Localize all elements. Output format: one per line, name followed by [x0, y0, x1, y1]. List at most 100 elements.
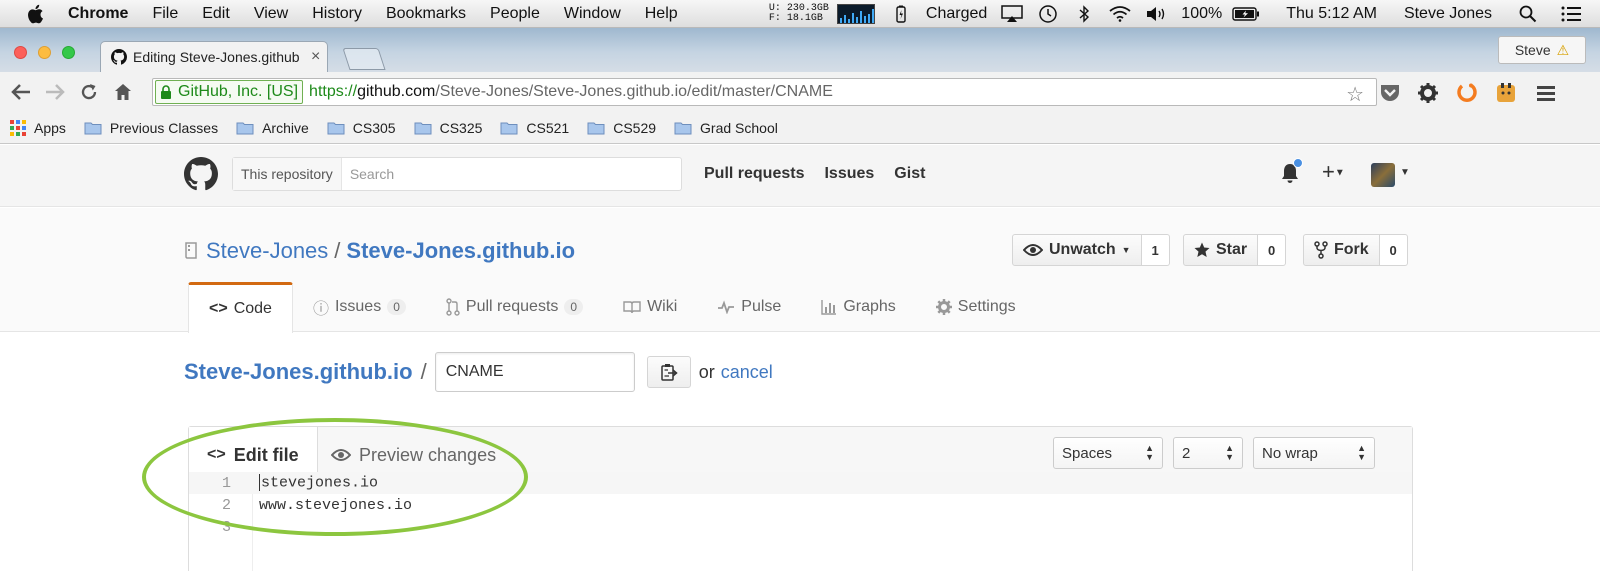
- menu-people[interactable]: People: [490, 5, 540, 23]
- orange-extension-icon[interactable]: [1455, 81, 1479, 105]
- tab-wiki[interactable]: Wiki: [603, 282, 697, 332]
- bluetooth-icon[interactable]: [1073, 4, 1095, 24]
- forward-button[interactable]: [44, 81, 66, 103]
- volume-icon[interactable]: [1145, 4, 1167, 24]
- menu-window[interactable]: Window: [564, 5, 621, 23]
- tab-pulse[interactable]: Pulse: [697, 282, 801, 332]
- battery-status-icon[interactable]: [890, 4, 912, 24]
- breadcrumb-repo-link[interactable]: Steve-Jones.github.io: [184, 359, 413, 385]
- reload-button[interactable]: [78, 81, 100, 103]
- nav-issues[interactable]: Issues: [824, 165, 874, 183]
- fork-button[interactable]: Fork: [1303, 234, 1380, 266]
- settings-extension-icon[interactable]: [1416, 81, 1440, 105]
- issue-opened-icon: ⓘ: [312, 301, 329, 318]
- fork-label: Fork: [1334, 241, 1369, 258]
- nav-pull-requests[interactable]: Pull requests: [704, 165, 804, 183]
- line-content[interactable]: stevejones.io: [259, 474, 378, 492]
- bookmark-folder-previous-classes[interactable]: Previous Classes: [84, 120, 218, 136]
- apple-icon[interactable]: [26, 4, 44, 24]
- menu-view[interactable]: View: [254, 5, 288, 23]
- bookmark-folder-cs529[interactable]: CS529: [587, 120, 656, 136]
- menu-history[interactable]: History: [312, 5, 362, 23]
- copy-path-button[interactable]: [646, 356, 691, 388]
- bookmark-apps[interactable]: Apps: [10, 119, 66, 136]
- memory-stats[interactable]: U: 230.3GB F: 18.1GB: [769, 4, 829, 24]
- indent-size-select[interactable]: 2 ▲ ▼: [1173, 437, 1243, 469]
- bookmark-folder-grad-school[interactable]: Grad School: [674, 120, 778, 136]
- search-input[interactable]: [349, 166, 650, 182]
- honey-extension-icon[interactable]: [1494, 81, 1518, 105]
- dropdown-caret-icon: ▼: [1334, 167, 1345, 179]
- menu-help[interactable]: Help: [645, 5, 678, 23]
- code-line[interactable]: 2 www.stevejones.io: [189, 494, 1412, 516]
- tab-pull-requests[interactable]: Pull requests 0: [426, 282, 603, 332]
- apps-grid-icon: [10, 119, 26, 136]
- close-window-button[interactable]: [14, 46, 27, 59]
- clock[interactable]: Thu 5:12 AM: [1286, 5, 1377, 23]
- folder-icon: [500, 122, 518, 134]
- repo-name-link[interactable]: Steve-Jones.github.io: [346, 238, 575, 264]
- menu-app-name[interactable]: Chrome: [68, 5, 128, 23]
- zoom-window-button[interactable]: [62, 46, 75, 59]
- cpu-graph[interactable]: [836, 4, 875, 24]
- new-tab-button[interactable]: [342, 48, 386, 70]
- star-count[interactable]: 0: [1258, 234, 1287, 266]
- breadcrumb-separator: /: [420, 359, 427, 384]
- bookmarks-bar: Apps Previous Classes Archive CS305 CS32…: [0, 112, 1600, 144]
- tab-issues[interactable]: ⓘ Issues 0: [293, 282, 426, 332]
- nav-gist[interactable]: Gist: [894, 165, 925, 183]
- bookmark-folder-cs325[interactable]: CS325: [414, 120, 482, 136]
- tab-graphs[interactable]: Graphs: [801, 282, 915, 332]
- text-cursor: [259, 474, 260, 492]
- pocket-extension-icon[interactable]: [1378, 81, 1402, 105]
- user-avatar[interactable]: [1371, 163, 1395, 187]
- spotlight-search-icon[interactable]: [1517, 4, 1539, 24]
- back-button[interactable]: [10, 81, 32, 103]
- menu-bookmarks[interactable]: Bookmarks: [386, 5, 466, 23]
- notification-center-icon[interactable]: [1560, 4, 1582, 24]
- fork-count[interactable]: 0: [1379, 234, 1408, 266]
- github-logo-icon[interactable]: [184, 157, 218, 191]
- airplay-icon[interactable]: [1001, 4, 1024, 24]
- unwatch-button[interactable]: Unwatch ▼: [1012, 234, 1142, 266]
- indent-mode-select[interactable]: Spaces ▲ ▼: [1053, 437, 1163, 469]
- filename-input[interactable]: [434, 352, 635, 392]
- menu-file[interactable]: File: [152, 5, 178, 23]
- user-name[interactable]: Steve Jones: [1404, 5, 1492, 23]
- bookmark-folder-cs521[interactable]: CS521: [500, 120, 569, 136]
- bookmark-star-icon[interactable]: ☆: [1346, 82, 1364, 107]
- profile-button[interactable]: Steve ⚠: [1498, 36, 1586, 64]
- time-machine-icon[interactable]: [1037, 4, 1059, 24]
- line-content[interactable]: www.stevejones.io: [259, 497, 412, 514]
- watch-count[interactable]: 1: [1141, 234, 1170, 266]
- bookmark-folder-archive[interactable]: Archive: [236, 120, 309, 136]
- wifi-icon[interactable]: [1109, 4, 1131, 24]
- avatar-dropdown-caret-icon[interactable]: ▼: [1400, 167, 1410, 178]
- wrap-mode-select[interactable]: No wrap ▲ ▼: [1253, 437, 1375, 469]
- code-line[interactable]: 3: [189, 516, 1412, 538]
- ev-certificate-badge[interactable]: GitHub, Inc. [US]: [155, 80, 304, 104]
- folder-icon: [84, 122, 102, 134]
- tab-close-icon[interactable]: ×: [311, 48, 320, 66]
- address-bar[interactable]: GitHub, Inc. [US] https://github.com/Ste…: [152, 78, 1377, 106]
- home-button[interactable]: [112, 81, 134, 103]
- gear-icon: [935, 299, 952, 315]
- chrome-menu-icon[interactable]: [1534, 81, 1558, 105]
- code-line[interactable]: 1 stevejones.io: [189, 472, 1412, 494]
- github-search[interactable]: This repository: [232, 157, 682, 191]
- tab-settings[interactable]: Settings: [916, 282, 1036, 332]
- browser-tab-active[interactable]: Editing Steve-Jones.github ×: [100, 41, 328, 72]
- cancel-link[interactable]: cancel: [721, 362, 773, 383]
- tab-code[interactable]: <> Code: [188, 282, 293, 333]
- star-button[interactable]: Star: [1183, 234, 1259, 266]
- repo-owner-link[interactable]: Steve-Jones: [206, 238, 328, 264]
- home-icon: [115, 84, 131, 100]
- minimize-window-button[interactable]: [38, 46, 51, 59]
- menu-edit[interactable]: Edit: [202, 5, 230, 23]
- bookmark-folder-cs305[interactable]: CS305: [327, 120, 396, 136]
- create-new-button[interactable]: +▼: [1322, 159, 1345, 185]
- bookmark-label: Grad School: [700, 119, 778, 136]
- search-scope-label: This repository: [233, 158, 342, 190]
- battery-icon[interactable]: [1231, 4, 1261, 24]
- bookmark-label: CS305: [352, 119, 396, 136]
